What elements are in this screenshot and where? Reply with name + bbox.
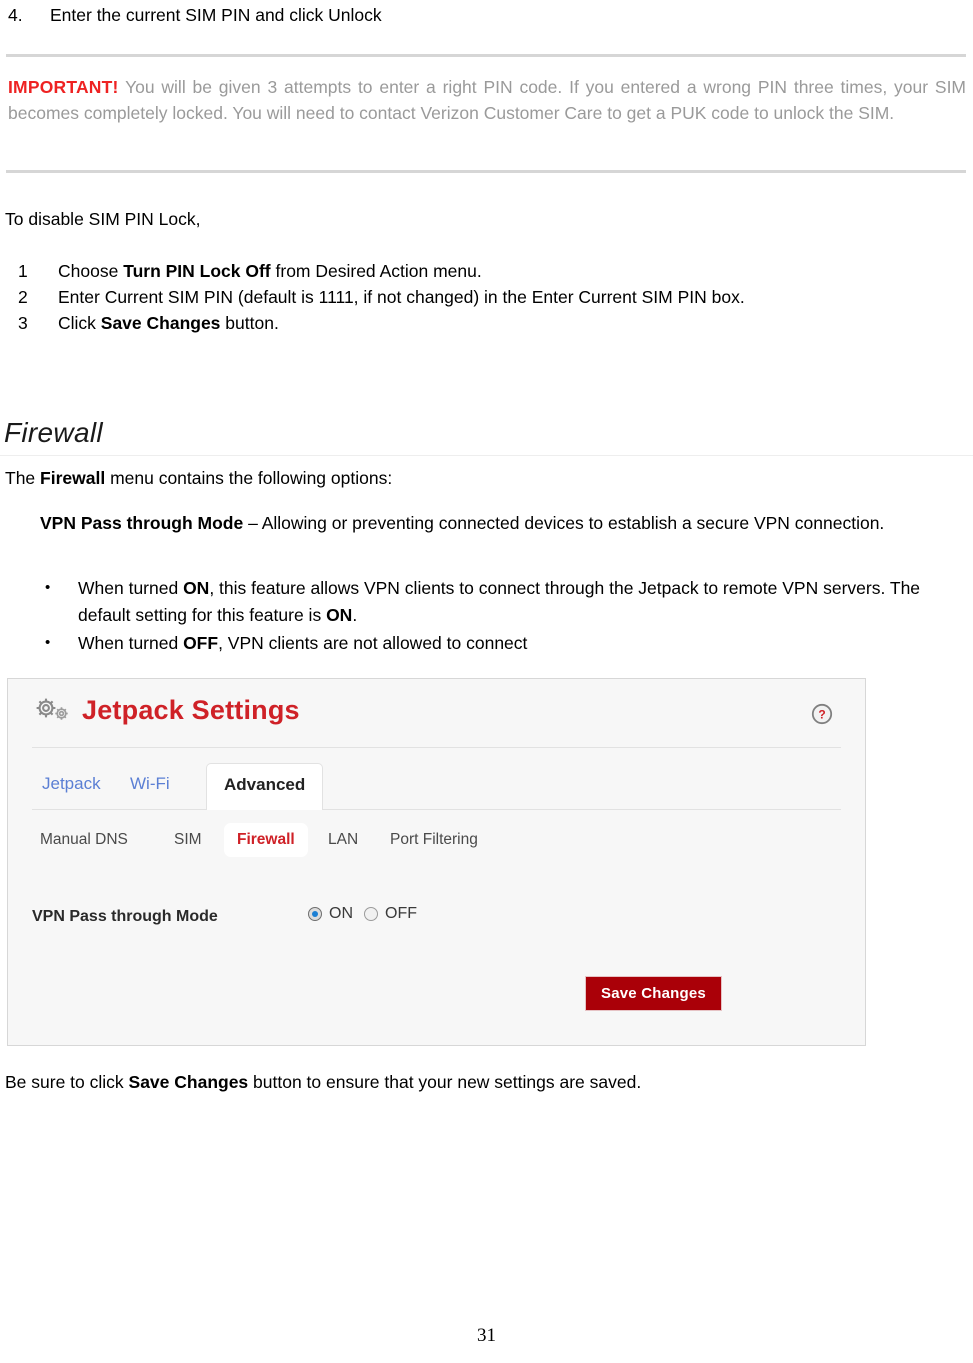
- list-item-text-post: from Desired Action menu.: [270, 261, 482, 281]
- bullet-bold-2: ON: [326, 605, 353, 625]
- list-item-text-pre: Choose: [58, 261, 124, 281]
- radio-on-label: ON: [329, 905, 353, 922]
- callout-top-divider: [6, 54, 966, 57]
- list-item-text-pre: Enter Current SIM PIN (default is 1111, …: [58, 287, 745, 307]
- tab-manual-dns[interactable]: Manual DNS: [40, 830, 128, 850]
- firewall-intro: The Firewall menu contains the following…: [5, 468, 392, 489]
- tab-lan[interactable]: LAN: [328, 830, 358, 850]
- header-divider: [32, 747, 841, 748]
- vpn-pass-through-row: VPN Pass through Mode ON OFF: [32, 904, 512, 932]
- disable-step-list: 1 Choose Turn PIN Lock Off from Desired A…: [18, 258, 968, 336]
- vpn-definition-term: VPN Pass through Mode: [40, 513, 244, 533]
- tab-wifi[interactable]: Wi-Fi: [130, 773, 170, 795]
- numbered-step-4: 4. Enter the current SIM PIN and click Un…: [8, 4, 948, 26]
- vpn-pass-through-radio-group[interactable]: ON OFF: [308, 904, 417, 924]
- important-body: You will be given 3 attempts to enter a …: [8, 77, 967, 123]
- help-circle-icon[interactable]: ?: [811, 703, 833, 725]
- radio-option-on[interactable]: ON: [308, 904, 353, 924]
- bullet-bold-1: OFF: [183, 633, 219, 653]
- tab-sim[interactable]: SIM: [174, 830, 202, 850]
- screenshot-header: Jetpack Settings: [32, 695, 300, 725]
- save-changes-label: Save Changes: [601, 984, 706, 1002]
- bullet-seg-1: When turned: [78, 633, 184, 653]
- list-item-number: 3: [18, 313, 28, 333]
- page-number: 31: [477, 1325, 496, 1346]
- list-item-number: 1: [18, 261, 28, 281]
- svg-text:?: ?: [818, 707, 825, 721]
- callout-bottom-divider: [6, 170, 966, 173]
- list-item-text-bold: Save Changes: [100, 313, 221, 333]
- save-changes-button[interactable]: Save Changes: [585, 976, 722, 1011]
- bullet-seg-3: .: [352, 605, 358, 625]
- secondary-tab-bar: Manual DNS SIM Firewall LAN Port Filteri…: [32, 823, 841, 863]
- step-number: 4.: [8, 5, 23, 25]
- vpn-pass-through-label: VPN Pass through Mode: [32, 908, 218, 925]
- list-item: When turned ON, this feature allows VPN …: [40, 574, 970, 629]
- radio-option-off[interactable]: OFF: [364, 904, 417, 924]
- list-item-text-bold: Turn PIN Lock Off: [123, 261, 271, 281]
- list-item: 1 Choose Turn PIN Lock Off from Desired A…: [18, 258, 968, 284]
- closing-post: button to ensure that your new settings …: [248, 1072, 642, 1092]
- vpn-bullet-list: When turned ON, this feature allows VPN …: [40, 574, 970, 658]
- list-item: 3 Click Save Changes button.: [18, 310, 968, 336]
- bullet-seg-1: When turned: [78, 578, 184, 598]
- screenshot-title: Jetpack Settings: [82, 695, 300, 725]
- list-item-text-post: button.: [220, 313, 279, 333]
- radio-on-icon[interactable]: [308, 907, 322, 921]
- firewall-intro-pre: The: [5, 468, 41, 488]
- important-tag: IMPORTANT!: [8, 77, 119, 97]
- closing-pre: Be sure to click: [5, 1072, 129, 1092]
- list-item-text-pre: Click: [58, 313, 101, 333]
- tab-advanced[interactable]: Advanced: [206, 763, 324, 810]
- firewall-intro-bold: Firewall: [40, 468, 106, 488]
- bullet-seg-2: , VPN clients are not allowed to connect: [218, 633, 528, 653]
- list-item-number: 2: [18, 287, 28, 307]
- closing-bold: Save Changes: [128, 1072, 249, 1092]
- jetpack-settings-screenshot: Jetpack Settings ? Jetpack Wi-Fi Advance…: [7, 678, 866, 1046]
- firewall-intro-post: menu contains the following options:: [105, 468, 393, 488]
- tab-firewall[interactable]: Firewall: [224, 823, 308, 857]
- radio-off-label: OFF: [385, 905, 417, 922]
- disable-intro: To disable SIM PIN Lock,: [5, 209, 201, 229]
- important-callout: IMPORTANT! You will be given 3 attempts …: [8, 74, 966, 126]
- list-item: When turned OFF, VPN clients are not all…: [40, 629, 970, 657]
- bullet-bold-1: ON: [183, 578, 210, 598]
- radio-off-icon[interactable]: [364, 907, 378, 921]
- tab-bar-divider: [32, 809, 841, 810]
- document-page: 4. Enter the current SIM PIN and click Un…: [0, 0, 973, 1363]
- closing-note: Be sure to click Save Changes button to …: [5, 1072, 641, 1093]
- gear-icon: [32, 695, 72, 725]
- vpn-definition-text: – Allowing or preventing connected devic…: [243, 513, 885, 533]
- step-text: Enter the current SIM PIN and click Unlo…: [50, 5, 382, 25]
- primary-tab-bar: Jetpack Wi-Fi Advanced: [32, 763, 841, 810]
- section-heading-firewall: Firewall: [4, 417, 103, 448]
- list-item: 2 Enter Current SIM PIN (default is 1111,…: [18, 284, 968, 310]
- tab-jetpack[interactable]: Jetpack: [42, 773, 101, 795]
- tab-port-filtering[interactable]: Port Filtering: [390, 830, 478, 850]
- section-heading-divider: [0, 455, 973, 456]
- vpn-definition: VPN Pass through Mode – Allowing or prev…: [40, 510, 970, 537]
